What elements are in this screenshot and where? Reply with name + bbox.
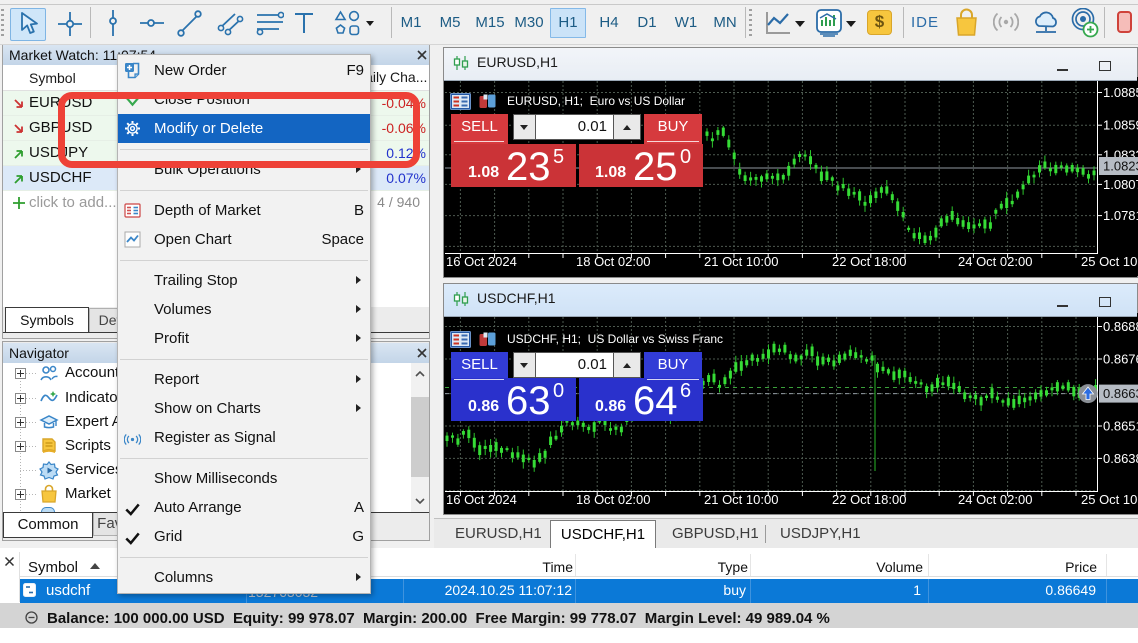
svg-text:24 Oct 02:00: 24 Oct 02:00 <box>958 492 1032 507</box>
svg-text:22 Oct 18:00: 22 Oct 18:00 <box>832 492 906 507</box>
svg-text:1.0859: 1.0859 <box>1103 118 1138 133</box>
svg-text:0.8638: 0.8638 <box>1103 451 1138 466</box>
svg-text:18 Oct 02:00: 18 Oct 02:00 <box>576 254 650 269</box>
svg-text:24 Oct 02:00: 24 Oct 02:00 <box>958 254 1032 269</box>
svg-text:0.8663: 0.8663 <box>1103 386 1138 401</box>
svg-text:1.0781: 1.0781 <box>1103 208 1138 223</box>
svg-text:0.8676: 0.8676 <box>1103 352 1138 367</box>
svg-text:25 Oct 10:00: 25 Oct 10:00 <box>1081 492 1138 507</box>
svg-text:18 Oct 02:00: 18 Oct 02:00 <box>576 492 650 507</box>
svg-text:22 Oct 18:00: 22 Oct 18:00 <box>832 254 906 269</box>
svg-text:21 Oct 10:00: 21 Oct 10:00 <box>704 492 778 507</box>
svg-text:16 Oct 2024: 16 Oct 2024 <box>446 254 517 269</box>
svg-text:1.0823: 1.0823 <box>1103 159 1138 174</box>
svg-text:16 Oct 2024: 16 Oct 2024 <box>446 492 517 507</box>
svg-text:25 Oct 10:00: 25 Oct 10:00 <box>1081 254 1138 269</box>
svg-text:0.8688: 0.8688 <box>1103 319 1138 334</box>
svg-text:0.8651: 0.8651 <box>1103 419 1138 434</box>
svg-text:21 Oct 10:00: 21 Oct 10:00 <box>704 254 778 269</box>
svg-text:1.0885: 1.0885 <box>1103 85 1138 100</box>
svg-text:1.0807: 1.0807 <box>1103 177 1138 192</box>
